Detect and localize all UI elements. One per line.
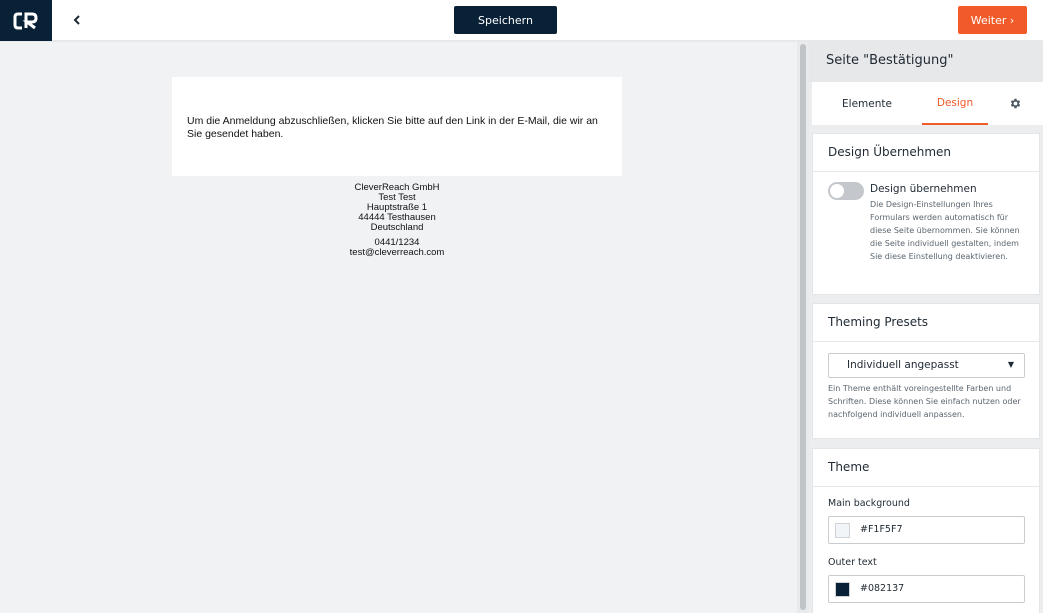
main-background-input[interactable]: #F1F5F7 — [828, 516, 1025, 544]
scrollbar-thumb[interactable] — [800, 44, 806, 610]
design-adopt-toggle[interactable] — [828, 182, 864, 200]
section-title: Theme — [828, 460, 870, 474]
color-value: #F1F5F7 — [860, 524, 903, 535]
back-button[interactable] — [68, 10, 86, 30]
theme-preset-select[interactable]: Individuell angepasst ▼ — [828, 353, 1025, 378]
outer-text-label: Outer text — [828, 557, 877, 568]
settings-panel: Seite "Bestätigung" Elemente Design Desi… — [809, 42, 1043, 613]
caret-down-icon: ▼ — [1007, 360, 1014, 369]
design-adopt-section: Design Übernehmen Design übernehmen Die … — [812, 133, 1040, 295]
gear-icon — [1010, 98, 1020, 109]
toggle-knob — [830, 184, 844, 198]
select-value: Individuell angepasst — [847, 359, 959, 371]
canvas-scrollbar[interactable] — [797, 42, 809, 613]
color-swatch[interactable] — [835, 523, 850, 538]
theming-presets-section: Theming Presets Individuell angepasst ▼ … — [812, 303, 1040, 439]
toggle-label: Design übernehmen — [870, 183, 977, 195]
save-button[interactable]: Speichern — [454, 6, 557, 34]
color-swatch[interactable] — [835, 582, 850, 597]
next-button[interactable]: Weiter › — [958, 6, 1027, 34]
panel-header: Seite "Bestätigung" — [809, 42, 1043, 82]
footer-country: Deutschland — [370, 222, 424, 233]
section-title: Design Übernehmen — [828, 145, 952, 159]
outer-text-input[interactable]: #082137 — [828, 575, 1025, 603]
panel-title: Seite "Bestätigung" — [826, 53, 954, 68]
confirmation-message-block[interactable]: Um die Anmeldung abzuschließen, klicken … — [172, 77, 622, 176]
cleverreach-logo[interactable] — [0, 0, 52, 41]
color-value: #082137 — [860, 583, 905, 594]
chevron-left-icon — [73, 15, 80, 25]
toggle-description: Die Design-Einstellungen Ihres Formulars… — [870, 200, 1020, 261]
main-background-label: Main background — [828, 498, 910, 509]
footer-email: test@cleverreach.com — [349, 247, 445, 258]
preset-description: Ein Theme enthält voreingestellte Farben… — [828, 384, 1021, 419]
address-footer[interactable]: CleverReach GmbH Test Test Hauptstraße 1… — [172, 183, 622, 258]
tab-elemente[interactable]: Elemente — [812, 82, 922, 125]
top-bar: Speichern Weiter › — [0, 0, 1043, 41]
settings-tab[interactable] — [1000, 82, 1030, 125]
page-preview-canvas: Um die Anmeldung abzuschließen, klicken … — [0, 42, 797, 613]
logo-icon — [13, 12, 38, 29]
panel-tabs: Elemente Design — [812, 82, 1043, 125]
section-title: Theming Presets — [828, 315, 929, 329]
theme-section: Theme Main background #F1F5F7 Outer text… — [812, 448, 1040, 613]
confirmation-message: Um die Anmeldung abzuschließen, klicken … — [187, 115, 598, 140]
tab-design[interactable]: Design — [922, 82, 988, 125]
